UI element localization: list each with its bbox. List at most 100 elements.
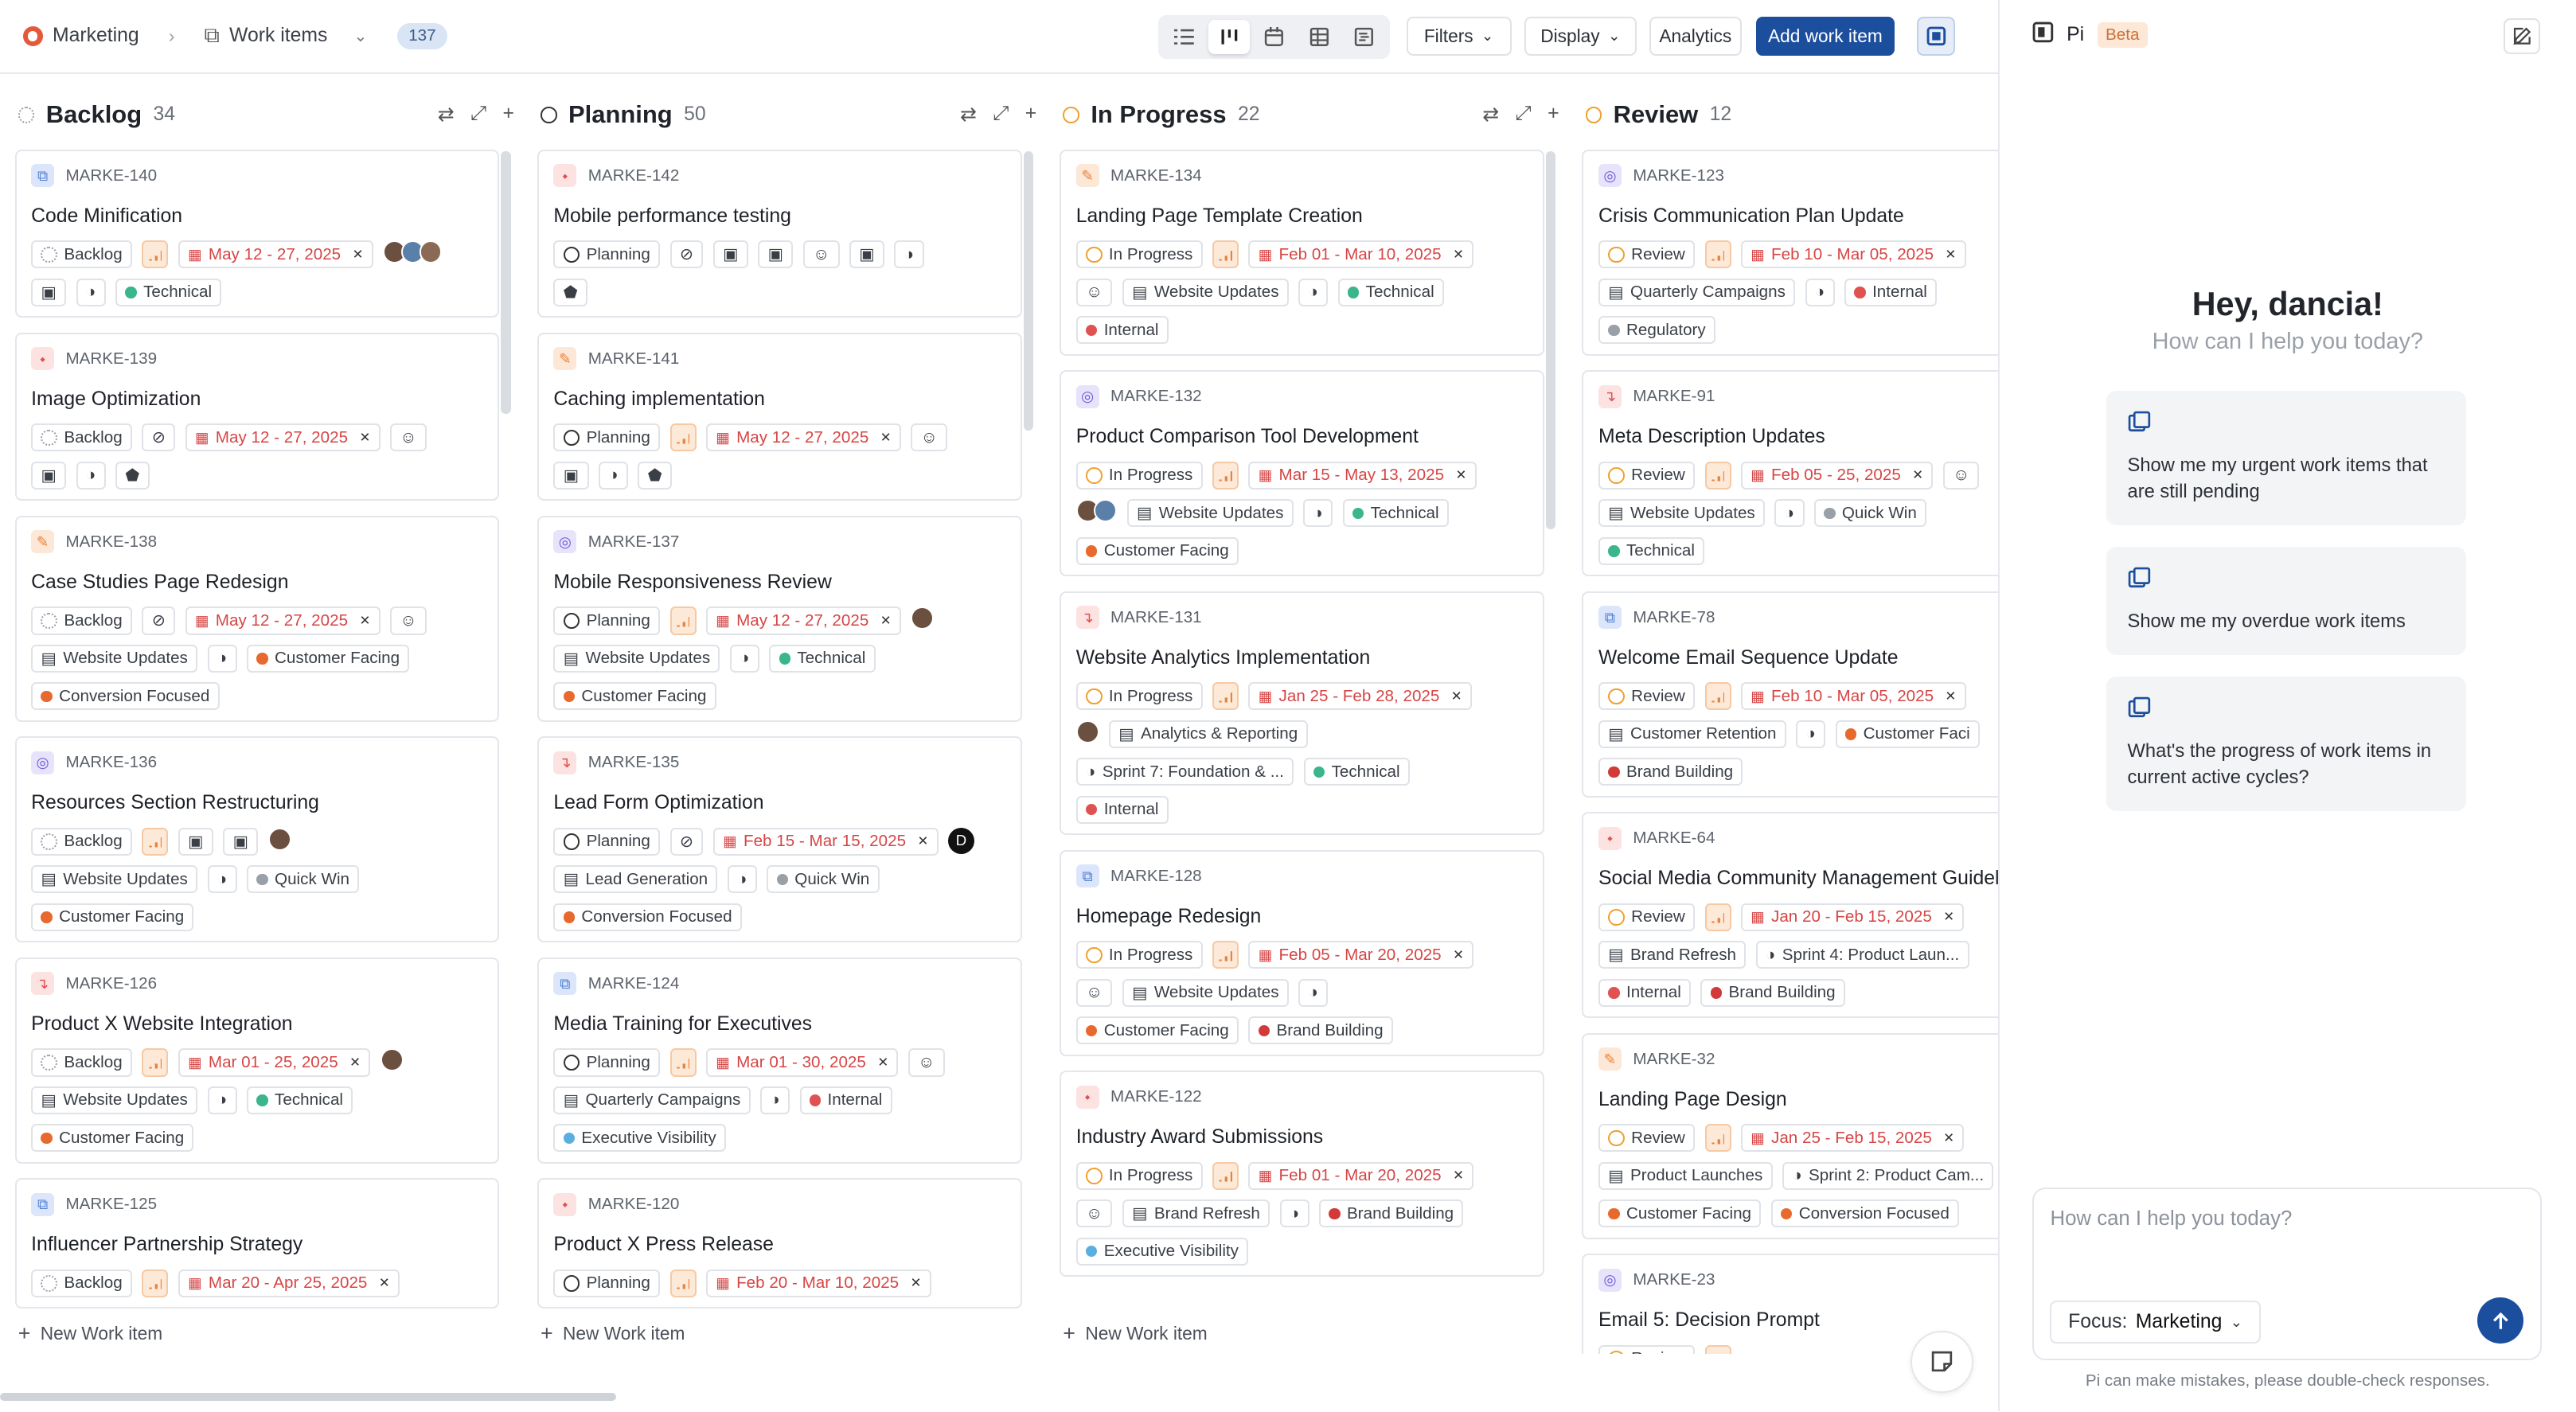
priority-icon[interactable] bbox=[142, 1048, 169, 1077]
priority-icon[interactable] bbox=[1212, 941, 1239, 969]
work-item-card[interactable]: ✎ MARKE-134 Landing Page Template Creation… bbox=[1060, 149, 1544, 356]
cycle-icon[interactable]: ◑ bbox=[1303, 499, 1333, 528]
label-pill[interactable]: Internal bbox=[799, 1086, 892, 1114]
priority-icon[interactable] bbox=[669, 607, 697, 635]
label-pill[interactable]: Conversion Focused bbox=[31, 682, 220, 711]
priority-icon[interactable] bbox=[142, 1269, 169, 1298]
work-item-card[interactable]: ⬩ MARKE-122 Industry Award Submissions In P… bbox=[1060, 1071, 1544, 1277]
assignee-icon[interactable]: ☺ bbox=[911, 423, 947, 452]
state-pill[interactable]: Review bbox=[1598, 461, 1696, 490]
module-pill[interactable]: ▤ Website Updates bbox=[31, 1086, 198, 1114]
assignee-icon[interactable]: ☺ bbox=[390, 423, 427, 452]
work-item-title[interactable]: Caching implementation bbox=[553, 388, 1005, 411]
new-work-item-button[interactable]: + New Work item bbox=[1063, 1314, 1207, 1354]
label-pill[interactable]: Technical bbox=[247, 1086, 353, 1114]
work-item-card[interactable]: ⧉ MARKE-125 Influencer Partnership Strateg… bbox=[14, 1178, 500, 1309]
state-pill[interactable]: Planning bbox=[553, 1048, 661, 1077]
clear-date-icon[interactable]: ✕ bbox=[1455, 467, 1466, 483]
work-item-title[interactable]: Image Optimization bbox=[31, 388, 483, 411]
date-range-pill[interactable]: ▦ Jan 20 - Feb 15, 2025 ✕ bbox=[1740, 903, 1965, 931]
breadcrumb-section[interactable]: Work items bbox=[229, 25, 327, 47]
label-pill[interactable]: Customer Facing bbox=[31, 903, 194, 931]
state-pill[interactable]: Planning bbox=[553, 423, 661, 452]
label-pill[interactable]: Quick Win bbox=[1813, 499, 1927, 528]
state-pill[interactable]: Backlog bbox=[31, 1048, 133, 1077]
label-pill[interactable]: Internal bbox=[1598, 978, 1692, 1007]
blocked-icon[interactable]: ⊘ bbox=[669, 240, 704, 269]
date-range-pill[interactable]: ▦ Feb 01 - Mar 10, 2025 ✕ bbox=[1248, 240, 1474, 269]
date-range-pill[interactable]: ▦ May 12 - 27, 2025 ✕ bbox=[705, 607, 901, 635]
work-item-title[interactable]: Product X Website Integration bbox=[31, 1013, 483, 1036]
label-icon[interactable]: ⬟ bbox=[115, 461, 150, 490]
module-pill[interactable]: ▤ Website Updates bbox=[1598, 499, 1766, 528]
state-pill[interactable]: Review bbox=[1598, 903, 1696, 931]
suggestion-card[interactable]: Show me my overdue work items bbox=[2106, 547, 2466, 656]
date-range-pill[interactable]: ▦ Feb 15 - Mar 15, 2025 ✕ bbox=[712, 827, 939, 856]
suggestion-card[interactable]: What's the progress of work items in cur… bbox=[2106, 677, 2466, 812]
date-range-pill[interactable]: ▦ Feb 05 - 25, 2025 ✕ bbox=[1740, 461, 1934, 490]
clear-date-icon[interactable]: ✕ bbox=[911, 1275, 922, 1291]
blocked-icon[interactable]: ⊘ bbox=[669, 827, 704, 856]
label-pill[interactable]: Customer Facing bbox=[247, 644, 410, 673]
state-pill[interactable]: In Progress bbox=[1075, 682, 1203, 711]
suggestion-card[interactable]: Show me my urgent work items that are st… bbox=[2106, 391, 2466, 526]
cycle-icon[interactable]: ◑ bbox=[1805, 278, 1835, 306]
work-item-title[interactable]: Mobile performance testing bbox=[553, 205, 1005, 228]
assignee-avatars[interactable] bbox=[1075, 499, 1118, 527]
label-pill[interactable]: Customer Facing bbox=[1598, 1199, 1762, 1228]
priority-icon[interactable] bbox=[142, 240, 169, 269]
work-item-title[interactable]: Mobile Responsiveness Review bbox=[553, 571, 1005, 594]
priority-icon[interactable] bbox=[1212, 240, 1239, 269]
state-pill[interactable]: Backlog bbox=[31, 240, 133, 269]
priority-icon[interactable] bbox=[1704, 240, 1731, 269]
label-pill[interactable]: Executive Visibility bbox=[553, 1124, 726, 1153]
date-range-pill[interactable]: ▦ Mar 01 - 30, 2025 ✕ bbox=[705, 1048, 899, 1077]
priority-icon[interactable] bbox=[1704, 1344, 1731, 1354]
state-pill[interactable]: Planning bbox=[553, 240, 661, 269]
state-pill[interactable]: Backlog bbox=[31, 1269, 133, 1298]
label-pill[interactable]: Brand Building bbox=[1248, 1016, 1393, 1045]
clear-date-icon[interactable]: ✕ bbox=[880, 430, 892, 446]
analytics-button[interactable]: Analytics bbox=[1649, 16, 1742, 57]
priority-icon[interactable] bbox=[1212, 682, 1239, 711]
date-range-pill[interactable]: ▦ Mar 01 - 25, 2025 ✕ bbox=[178, 1048, 371, 1077]
work-item-card[interactable]: ⬩ MARKE-120 Product X Press Release Plannin… bbox=[537, 1178, 1022, 1309]
label-pill[interactable]: Regulatory bbox=[1598, 316, 1716, 345]
cycle-icon[interactable]: ◑ bbox=[76, 278, 106, 306]
work-item-card[interactable]: ◎ MARKE-23 Email 5: Decision Prompt Review bbox=[1582, 1254, 2067, 1354]
module-pill[interactable]: ▤ Website Updates bbox=[31, 865, 198, 894]
work-item-card[interactable]: ✎ MARKE-138 Case Studies Page Redesign Back… bbox=[14, 515, 500, 722]
module-pill[interactable]: ▤ Analytics & Reporting bbox=[1108, 720, 1308, 748]
clear-date-icon[interactable]: ✕ bbox=[1453, 1168, 1464, 1184]
module-pill[interactable]: ▤ Website Updates bbox=[1122, 978, 1289, 1007]
kanban-view-icon[interactable] bbox=[1208, 19, 1251, 55]
sticky-note-icon[interactable] bbox=[1911, 1330, 1973, 1394]
label-pill[interactable]: Technical bbox=[1337, 278, 1444, 306]
swap-icon[interactable]: ⇄ bbox=[960, 103, 977, 127]
clear-date-icon[interactable]: ✕ bbox=[359, 613, 370, 629]
avatar[interactable]: D bbox=[948, 827, 975, 854]
work-item-card[interactable]: ⬩ MARKE-64 Social Media Community Manageme… bbox=[1582, 812, 2067, 1019]
blocked-icon[interactable]: ⊘ bbox=[142, 607, 176, 635]
work-item-title[interactable]: Crisis Communication Plan Update bbox=[1598, 205, 2051, 228]
cycle-pill[interactable]: ◑ Sprint 2: Product Cam... bbox=[1782, 1161, 1994, 1190]
work-item-card[interactable]: ◎ MARKE-132 Product Comparison Tool Develo… bbox=[1060, 370, 1544, 577]
vertical-scrollbar[interactable] bbox=[1023, 150, 1034, 431]
module-pill[interactable]: ▤ Quarterly Campaigns bbox=[1598, 278, 1796, 306]
assignee-icon[interactable]: ☺ bbox=[1075, 1199, 1113, 1228]
work-item-title[interactable]: Resources Section Restructuring bbox=[31, 792, 483, 814]
priority-icon[interactable] bbox=[1704, 461, 1731, 490]
clear-date-icon[interactable]: ✕ bbox=[877, 1055, 888, 1071]
add-work-item-button[interactable]: Add work item bbox=[1756, 16, 1895, 57]
swap-icon[interactable]: ⇄ bbox=[1482, 103, 1499, 127]
spreadsheet-view-icon[interactable] bbox=[1298, 20, 1340, 54]
work-item-title[interactable]: Landing Page Design bbox=[1598, 1089, 2051, 1111]
work-item-title[interactable]: Media Training for Executives bbox=[553, 1013, 1005, 1036]
cycle-icon[interactable]: ◑ bbox=[207, 644, 237, 673]
label-pill[interactable]: Customer Facing bbox=[31, 1124, 194, 1153]
work-item-title[interactable]: Code Minification bbox=[31, 205, 483, 228]
state-pill[interactable]: Backlog bbox=[31, 607, 133, 635]
property-icon[interactable]: ▣ bbox=[178, 827, 213, 856]
work-item-card[interactable]: ↴ MARKE-126 Product X Website Integration B… bbox=[14, 957, 500, 1164]
assignee-icon[interactable]: ☺ bbox=[802, 240, 840, 269]
